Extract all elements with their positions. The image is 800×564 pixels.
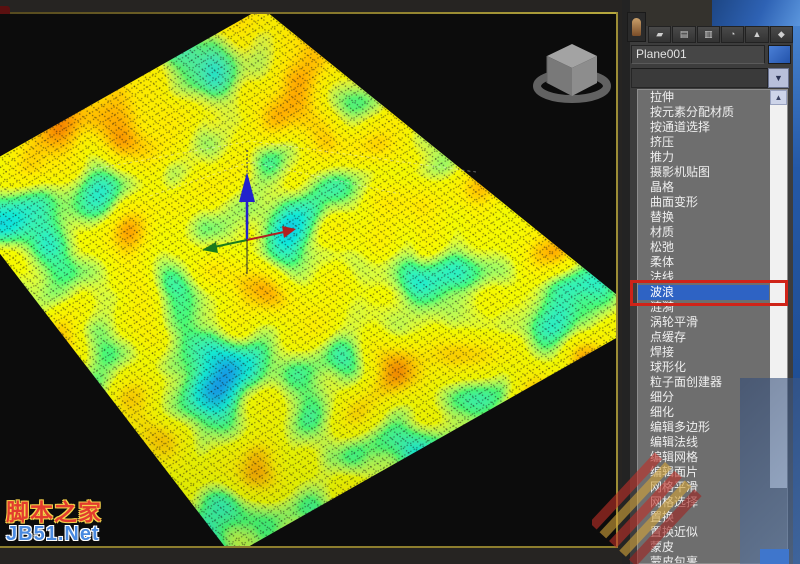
panel-tab-display[interactable]: ▲ (745, 26, 769, 43)
object-name-row: Plane001 (630, 45, 793, 65)
panel-tab-motion[interactable]: ◔ (720, 26, 745, 43)
object-name-input[interactable]: Plane001 (631, 45, 765, 64)
modifier-list-item[interactable]: 推力 (638, 150, 769, 165)
modifier-list-item[interactable]: 涡轮平滑 (638, 315, 769, 330)
annotation-box (630, 280, 788, 306)
watermark-blue-chip (760, 549, 789, 564)
object-color-swatch[interactable] (768, 45, 791, 64)
viewcube[interactable] (533, 44, 611, 103)
scroll-up-icon[interactable]: ▲ (770, 90, 787, 105)
modifier-list-item[interactable]: 曲面变形 (638, 195, 769, 210)
panel-icon-button[interactable] (627, 12, 646, 42)
modifier-list-item[interactable]: 材质 (638, 225, 769, 240)
modifier-list-item[interactable]: 挤压 (638, 135, 769, 150)
modifier-list-item[interactable]: 球形化 (638, 360, 769, 375)
panel-tab-modify[interactable]: ▤ (672, 26, 696, 43)
noise-displaced-plane[interactable] (0, 14, 616, 546)
viewport-border-right (616, 12, 618, 548)
modifier-list-item[interactable]: 柔体 (638, 255, 769, 270)
plane-render (0, 14, 616, 546)
modifier-list-combobox[interactable] (631, 68, 768, 88)
modifier-list-item[interactable]: 按元素分配材质 (638, 105, 769, 120)
modifier-list-item[interactable]: 拉伸 (638, 90, 769, 105)
modifier-list-item[interactable]: 按通道选择 (638, 120, 769, 135)
chevron-down-icon[interactable]: ▼ (768, 68, 789, 88)
person-icon (632, 18, 641, 36)
command-panel-tabs: ▰ ▤ ▥ ◔ ▲ ◆ (648, 26, 793, 43)
watermark-blue-overlay (740, 378, 800, 564)
modifier-list-item[interactable]: 晶格 (638, 180, 769, 195)
modifier-list-item[interactable]: 焊接 (638, 345, 769, 360)
viewport-frame (0, 0, 622, 564)
modifier-list-item[interactable]: 替换 (638, 210, 769, 225)
panel-tab-utilities[interactable]: ◆ (769, 26, 793, 43)
modifier-list-item[interactable]: 点缓存 (638, 330, 769, 345)
background-window-corner (712, 0, 800, 26)
app-screenshot: ▰ ▤ ▥ ◔ ▲ ◆ Plane001 ▼ 拉伸 按元素分配材质 按通道选择 挤压推… (0, 0, 800, 564)
modifier-combo-row: ▼ (630, 68, 793, 89)
modifier-list-item[interactable]: 摄影机贴图 (638, 165, 769, 180)
viewport-canvas[interactable] (0, 14, 616, 546)
panel-separator (622, 0, 630, 564)
modifier-list-item[interactable]: 松弛 (638, 240, 769, 255)
viewport-border-bottom (0, 546, 618, 548)
panel-tab-hierarchy[interactable]: ▥ (696, 26, 720, 43)
panel-tab-create[interactable]: ▰ (648, 26, 672, 43)
